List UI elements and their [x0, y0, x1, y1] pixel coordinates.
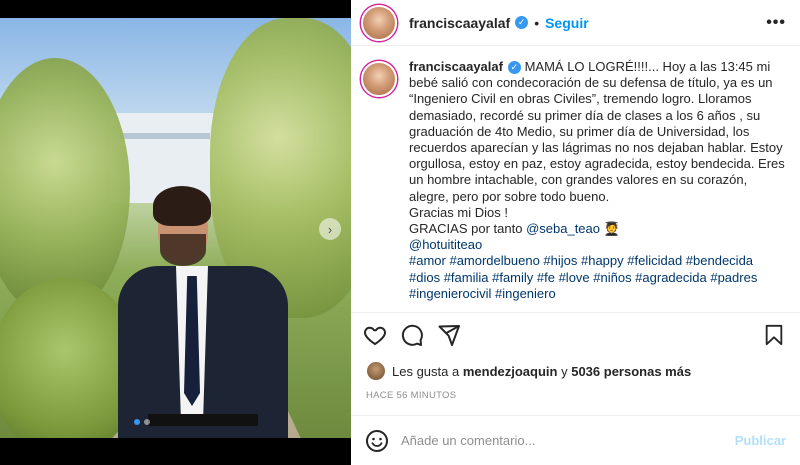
- post-photo: [0, 18, 351, 438]
- follow-button[interactable]: Seguir: [545, 15, 589, 31]
- heart-icon: [364, 326, 386, 345]
- person-hair: [153, 186, 211, 226]
- comment-button[interactable]: [400, 323, 424, 347]
- carousel-dot-active: [134, 419, 140, 425]
- caption-gracias: GRACIAS por tanto: [409, 221, 523, 237]
- likes-prefix: Les gusta a: [392, 363, 460, 379]
- bookmark-icon: [765, 324, 783, 345]
- avatar[interactable]: [361, 4, 397, 41]
- caption-text: MAMÁ LO LOGRÉ!!!!... Hoy a las 13:45 mi …: [409, 59, 785, 204]
- carousel-dots: [134, 419, 150, 425]
- comment-icon: [401, 324, 423, 346]
- graduate-emoji: 🧑‍🎓: [603, 221, 620, 237]
- photo-person: [118, 186, 288, 438]
- caption-thanks: Gracias mi Dios !: [409, 204, 508, 220]
- post-panel: franciscaayalaf ✓ • Seguir ••• francisca…: [351, 0, 800, 465]
- action-bar: [351, 312, 800, 356]
- liker-avatar[interactable]: [367, 362, 385, 380]
- publish-button[interactable]: Publicar: [735, 433, 786, 448]
- post-media: ›: [0, 0, 351, 465]
- likes-conjunction: y: [561, 363, 568, 379]
- save-button[interactable]: [762, 323, 786, 347]
- header-username[interactable]: franciscaayalaf: [409, 15, 510, 31]
- share-icon: [438, 324, 460, 346]
- more-icon[interactable]: •••: [766, 14, 786, 32]
- person-belt: [148, 414, 258, 426]
- caption-avatar[interactable]: [361, 61, 397, 97]
- comment-box: Publicar: [351, 415, 800, 465]
- comments-section: franciscaayalaf ✓ MAMÁ LO LOGRÉ!!!!... Ho…: [351, 47, 800, 312]
- caption-hashtags[interactable]: #amor #amordelbueno #hijos #happy #felic…: [409, 253, 757, 300]
- emoji-icon[interactable]: [365, 429, 389, 453]
- like-button[interactable]: [363, 323, 387, 347]
- post-header: franciscaayalaf ✓ • Seguir •••: [351, 0, 800, 46]
- comment-input[interactable]: [401, 433, 711, 448]
- liker-username[interactable]: mendezjoaquin: [463, 364, 558, 379]
- likes-row: Les gusta a mendezjoaquin y 5036 persona…: [367, 362, 691, 380]
- mention-seba[interactable]: @seba_teao: [526, 221, 600, 236]
- share-button[interactable]: [437, 323, 461, 347]
- verified-icon: ✓: [515, 16, 529, 29]
- header-separator: •: [534, 14, 540, 31]
- chevron-right-icon: ›: [327, 221, 333, 237]
- caption-row: franciscaayalaf ✓ MAMÁ LO LOGRÉ!!!!... Ho…: [361, 59, 786, 302]
- post-timestamp[interactable]: HACE 56 MINUTOS: [366, 390, 456, 401]
- person-beard: [160, 234, 206, 266]
- carousel-next-button[interactable]: ›: [319, 218, 341, 240]
- likes-count[interactable]: 5036 personas más: [571, 364, 691, 379]
- carousel-dot: [144, 419, 150, 425]
- verified-icon: ✓: [507, 61, 521, 75]
- caption-username[interactable]: franciscaayalaf: [409, 59, 503, 74]
- mention-hotu[interactable]: @hotuititeao: [409, 237, 482, 252]
- caption: franciscaayalaf ✓ MAMÁ LO LOGRÉ!!!!... Ho…: [409, 59, 786, 302]
